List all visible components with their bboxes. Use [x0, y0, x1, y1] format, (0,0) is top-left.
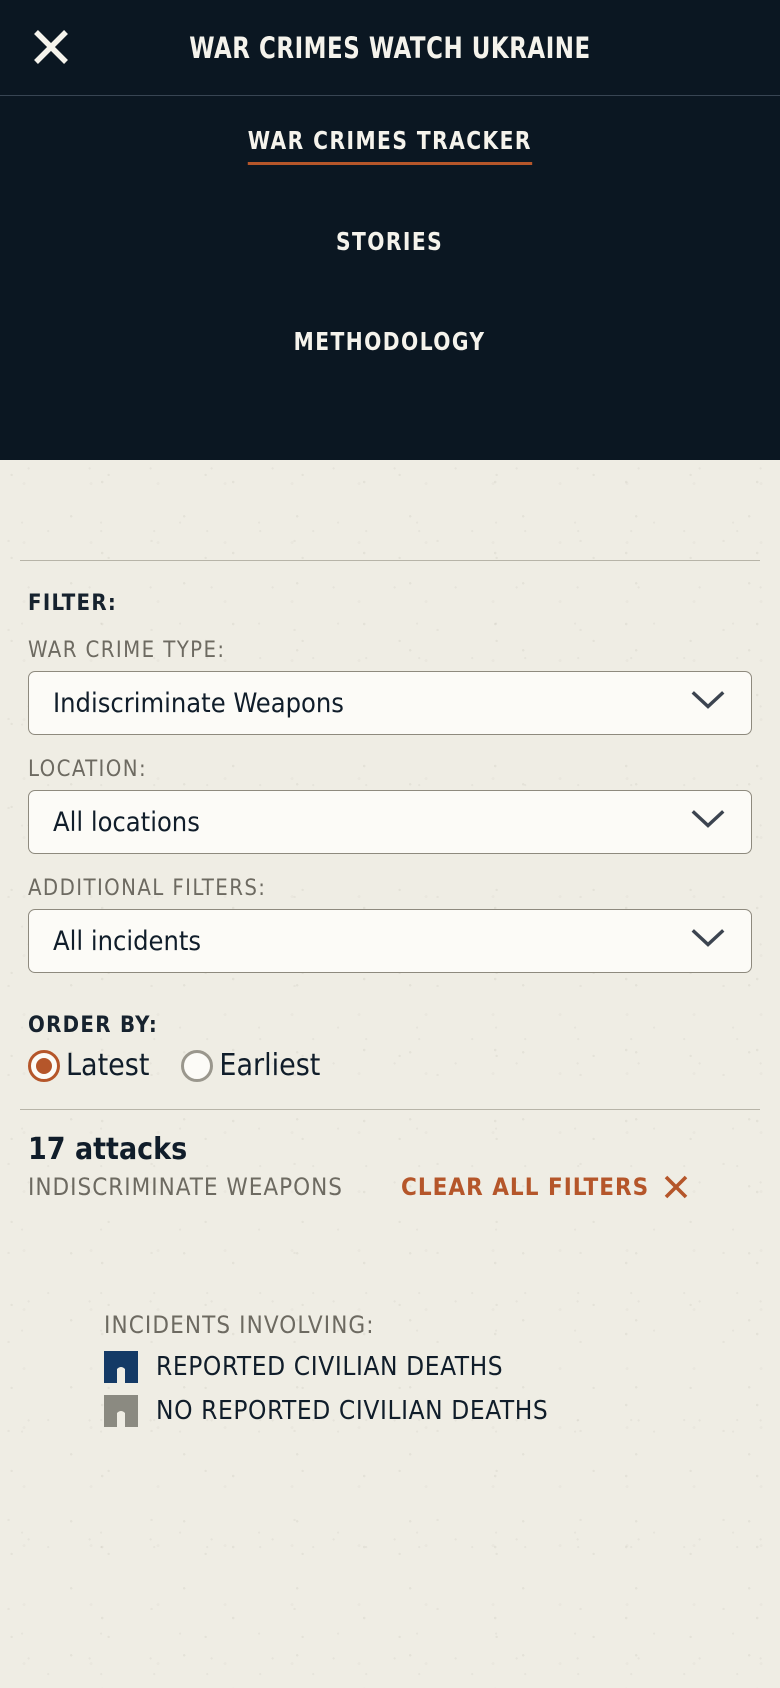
- additional-filters-label: ADDITIONAL FILTERS:: [28, 876, 267, 901]
- divider-results: [20, 1109, 760, 1110]
- chevron-down-icon: [691, 929, 725, 954]
- war-crime-type-select[interactable]: Indiscriminate Weapons: [28, 671, 752, 735]
- order-by-label: ORDER BY:: [28, 1013, 159, 1038]
- results-summary: 17 attacks INDISCRIMINATE WEAPONS CLEAR …: [0, 1132, 780, 1201]
- app-root: WAR CRIMES WATCH UKRAINE WAR CRIMES TRAC…: [0, 0, 780, 1688]
- location-value: All locations: [53, 806, 200, 838]
- location-label: LOCATION:: [28, 757, 148, 782]
- nav-item-methodology[interactable]: METHODOLOGY: [0, 295, 780, 395]
- chevron-down-icon: [691, 810, 725, 835]
- nav-label: STORIES: [336, 227, 444, 256]
- legend-item-label: REPORTED CIVILIAN DEATHS: [156, 1352, 504, 1382]
- legend-item-no-reported-deaths: NO REPORTED CIVILIAN DEATHS: [104, 1395, 780, 1427]
- additional-filters-value: All incidents: [53, 925, 202, 957]
- nav-item-stories[interactable]: STORIES: [0, 195, 780, 295]
- building-marker-icon: [104, 1351, 138, 1383]
- radio-earliest-label: Earliest: [219, 1048, 321, 1083]
- additional-filters-select[interactable]: All incidents: [28, 909, 752, 973]
- building-marker-icon: [104, 1395, 138, 1427]
- legend-item-reported-deaths: REPORTED CIVILIAN DEATHS: [104, 1351, 780, 1383]
- main-navigation: WAR CRIMES TRACKER STORIES METHODOLOGY: [0, 95, 780, 395]
- war-crime-type-value: Indiscriminate Weapons: [53, 687, 344, 719]
- results-meta-row: INDISCRIMINATE WEAPONS CLEAR ALL FILTERS: [28, 1173, 752, 1201]
- nav-item-war-crimes-tracker[interactable]: WAR CRIMES TRACKER: [0, 95, 780, 195]
- nav-label: METHODOLOGY: [294, 327, 486, 356]
- nav-label: WAR CRIMES TRACKER: [247, 126, 533, 165]
- radio-earliest[interactable]: Earliest: [181, 1048, 320, 1083]
- divider-top: [20, 560, 760, 561]
- applied-filter-text: INDISCRIMINATE WEAPONS: [28, 1173, 344, 1201]
- filter-panel: FILTER: WAR CRIME TYPE: Indiscriminate W…: [0, 591, 780, 1083]
- clear-all-filters-button[interactable]: CLEAR ALL FILTERS: [401, 1173, 689, 1201]
- order-by-radio-group: Latest Earliest: [28, 1048, 752, 1083]
- radio-latest[interactable]: Latest: [28, 1048, 149, 1083]
- chevron-down-icon: [691, 691, 725, 716]
- clear-all-filters-label: CLEAR ALL FILTERS: [401, 1173, 650, 1201]
- filter-heading: FILTER:: [28, 591, 118, 616]
- legend-title: INCIDENTS INVOLVING:: [104, 1311, 375, 1339]
- legend-item-label: NO REPORTED CIVILIAN DEATHS: [156, 1396, 549, 1426]
- page-title: WAR CRIMES WATCH UKRAINE: [189, 30, 591, 65]
- attack-count: 17 attacks: [28, 1132, 188, 1167]
- site-header: WAR CRIMES WATCH UKRAINE WAR CRIMES TRAC…: [0, 0, 780, 460]
- radio-dot-icon: [28, 1049, 60, 1082]
- close-icon: [663, 1174, 689, 1200]
- location-select[interactable]: All locations: [28, 790, 752, 854]
- radio-latest-label: Latest: [66, 1048, 150, 1083]
- map-legend: INCIDENTS INVOLVING: REPORTED CIVILIAN D…: [0, 1311, 780, 1427]
- main-content: FILTER: WAR CRIME TYPE: Indiscriminate W…: [0, 460, 780, 1427]
- war-crime-type-label: WAR CRIME TYPE:: [28, 638, 226, 663]
- radio-dot-icon: [181, 1049, 214, 1082]
- header-topbar: WAR CRIMES WATCH UKRAINE: [0, 0, 780, 96]
